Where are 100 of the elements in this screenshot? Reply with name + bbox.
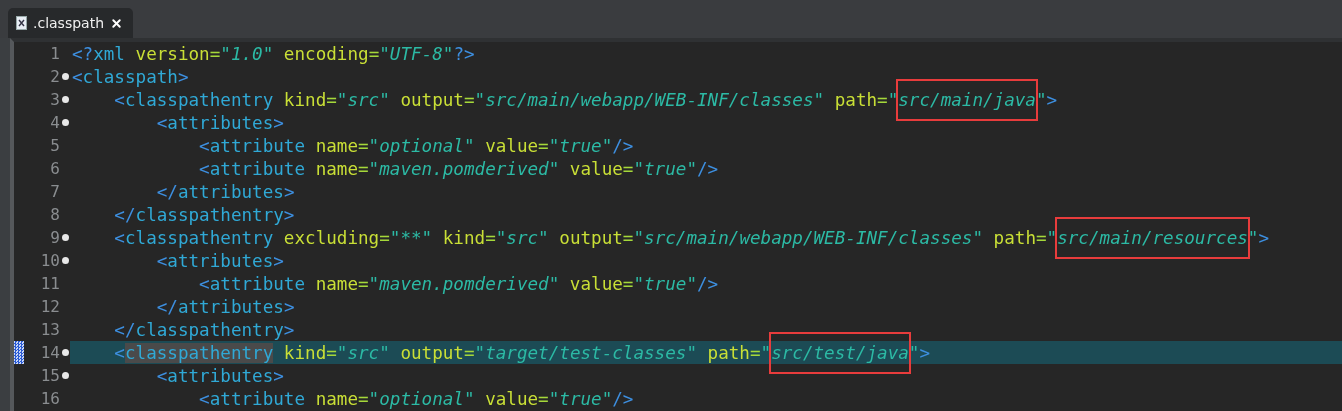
- tag-bracket: <: [198, 273, 210, 294]
- tag-bracket: <?: [72, 43, 94, 64]
- attribute-value: "true": [633, 273, 697, 294]
- attribute-value: "optional": [368, 388, 475, 409]
- equals-sign: =: [622, 273, 634, 294]
- attribute-value: "true": [633, 158, 697, 179]
- equals-sign: =: [379, 227, 390, 248]
- tag-bracket: <: [155, 112, 168, 133]
- tag-name: xml: [93, 43, 125, 64]
- equals-sign: =: [538, 135, 549, 156]
- file-tab[interactable]: .classpath: [8, 8, 134, 38]
- tag-name: attribute: [209, 388, 306, 409]
- equals-sign: =: [209, 43, 221, 64]
- tag-bracket: <: [113, 227, 125, 248]
- tag-bracket: />: [697, 158, 719, 179]
- tag-bracket: <: [155, 365, 168, 386]
- attribute-value: "maven.pomderived": [368, 158, 560, 179]
- annotated-path-value: src/main/resources: [1055, 216, 1250, 259]
- equals-sign: =: [749, 342, 761, 363]
- tag-bracket: <: [198, 135, 210, 156]
- equals-sign: =: [358, 388, 369, 409]
- tag-bracket: </: [155, 181, 178, 202]
- attribute-value: "true": [548, 135, 613, 156]
- tag-bracket: >: [273, 112, 284, 133]
- tag-bracket: />: [612, 135, 634, 156]
- tag-name: attribute: [209, 158, 306, 179]
- equals-sign: =: [358, 158, 369, 179]
- line-number: 5: [50, 136, 60, 155]
- tag-name: classpathentry: [135, 319, 284, 340]
- tag-name: attributes: [167, 112, 274, 133]
- line-number: 2: [50, 67, 60, 86]
- attribute-name: value: [484, 135, 539, 156]
- equals-sign: =: [358, 135, 369, 156]
- attribute-name: name: [314, 273, 358, 294]
- equals-sign: =: [326, 342, 337, 363]
- fold-icon[interactable]: [61, 372, 69, 379]
- attribute-name: encoding: [282, 43, 369, 64]
- attribute-value: "UTF-8": [379, 43, 454, 64]
- line-number: 8: [50, 205, 60, 224]
- tag-name: classpathentry: [135, 204, 284, 225]
- attribute-value: ": [887, 89, 899, 110]
- equals-sign: =: [463, 342, 475, 363]
- equals-sign: =: [463, 89, 475, 110]
- tag-name: attribute: [209, 135, 306, 156]
- attribute-value: "**": [389, 227, 433, 248]
- line-number: 4: [50, 113, 60, 132]
- attribute-name: output: [399, 342, 464, 363]
- tag-bracket: >: [1258, 227, 1270, 248]
- attribute-name: version: [134, 43, 210, 64]
- attribute-value: ": [1035, 89, 1047, 110]
- tag-bracket: <: [113, 89, 125, 110]
- tag-bracket: >: [283, 319, 295, 340]
- line-number: 14: [40, 343, 60, 362]
- attribute-value: "src": [336, 342, 390, 363]
- close-icon[interactable]: [110, 16, 124, 30]
- equals-sign: =: [1036, 227, 1047, 248]
- line-number: 16: [40, 389, 60, 408]
- tab-label: .classpath: [33, 15, 105, 31]
- attribute-value: "src": [336, 89, 390, 110]
- line-number: 1: [50, 44, 60, 63]
- tag-bracket: <: [155, 250, 168, 271]
- attribute-name: excluding: [282, 227, 380, 248]
- fold-icon[interactable]: [61, 349, 69, 356]
- attribute-value: "src/main/webapp/WEB-INF/classes": [474, 89, 825, 110]
- attribute-value: "src": [495, 227, 549, 248]
- attribute-name: path: [992, 227, 1036, 248]
- tag-name: classpathentry: [124, 89, 274, 110]
- attribute-value: ": [1247, 227, 1259, 248]
- equals-sign: =: [877, 89, 888, 110]
- attribute-name: value: [568, 158, 623, 179]
- tag-bracket: >: [919, 342, 931, 363]
- tag-name: classpathentry: [124, 227, 274, 248]
- attribute-value: "optional": [368, 135, 475, 156]
- tag-bracket: />: [612, 388, 634, 409]
- fold-icon[interactable]: [61, 73, 69, 80]
- fold-icon[interactable]: [61, 96, 69, 103]
- equals-sign: =: [538, 388, 549, 409]
- attribute-name: kind: [282, 89, 327, 110]
- attribute-value: ": [908, 342, 920, 363]
- annotated-path-value: src/main/java: [896, 78, 1038, 121]
- fold-icon[interactable]: [61, 257, 69, 264]
- attribute-name: path: [706, 342, 750, 363]
- tag-bracket: </: [155, 296, 178, 317]
- line-number: 7: [50, 182, 60, 201]
- attribute-value: ": [760, 342, 772, 363]
- tag-bracket: >: [273, 250, 284, 271]
- fold-icon[interactable]: [61, 234, 69, 241]
- attribute-name: path: [833, 89, 878, 110]
- fold-icon[interactable]: [61, 119, 69, 126]
- tag-bracket: >: [283, 204, 295, 225]
- line-number: 15: [40, 366, 60, 385]
- tag-bracket: />: [697, 273, 719, 294]
- line-number: 12: [40, 297, 60, 316]
- tag-name: classpath: [82, 66, 178, 87]
- attribute-name: output: [399, 89, 464, 110]
- attribute-name: kind: [282, 342, 327, 363]
- attribute-value: ": [1046, 227, 1058, 248]
- equals-sign: =: [326, 89, 337, 110]
- tag-name: attribute: [209, 273, 306, 294]
- attribute-value: "src/main/webapp/WEB-INF/classes": [633, 227, 983, 248]
